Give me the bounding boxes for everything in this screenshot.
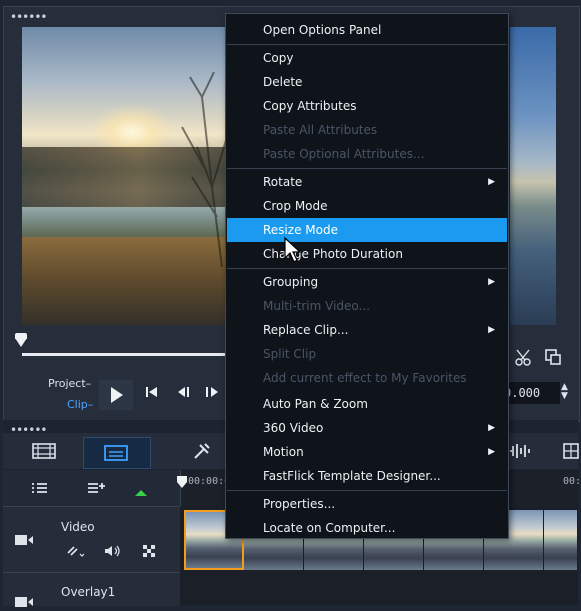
menu-item-auto-pan-zoom[interactable]: Auto Pan & Zoom [227, 392, 507, 416]
track-list-icon [32, 483, 47, 493]
subtitle-button[interactable] [563, 442, 579, 464]
timeline-view-button[interactable] [32, 442, 56, 464]
storyboard-icon [104, 445, 128, 461]
menu-item-rotate[interactable]: Rotate ▶ [227, 170, 507, 194]
submenu-arrow-icon: ▶ [488, 423, 495, 433]
menu-item-replace-clip[interactable]: Replace Clip... ▶ [227, 318, 507, 342]
menu-separator [227, 268, 507, 269]
menu-separator [227, 490, 507, 491]
timecode-value: 0.000 [504, 386, 541, 400]
submenu-arrow-icon: ▶ [488, 447, 495, 457]
tree-branches-graphic [181, 71, 228, 267]
preview-photo [22, 27, 236, 325]
step-back-icon [178, 387, 189, 397]
menu-item-motion[interactable]: Motion ▶ [227, 440, 507, 464]
spinner-down-icon[interactable]: ▼ [561, 392, 568, 401]
add-marker-button[interactable] [133, 484, 149, 503]
preview-photo-right [510, 27, 556, 325]
audio-mixer-button[interactable] [508, 442, 532, 464]
menu-item-copy[interactable]: Copy [227, 46, 507, 70]
playhead-icon [177, 476, 187, 488]
overlay-track-icon [14, 592, 34, 611]
tools-button[interactable] [192, 441, 212, 465]
preview-grip[interactable]: •••••• [10, 11, 47, 23]
audio-wave-icon [510, 444, 530, 458]
tools-icon [194, 443, 210, 459]
next-frame-button[interactable] [204, 384, 224, 404]
overlay-track-name: Overlay1 [61, 585, 116, 599]
previous-frame-button[interactable] [176, 384, 196, 404]
submenu-arrow-icon: ▶ [488, 177, 495, 187]
skip-start-icon [146, 387, 157, 397]
menu-item-copy-attributes[interactable]: Copy Attributes [227, 94, 507, 118]
menu-item-delete[interactable]: Delete [227, 70, 507, 94]
speaker-icon [105, 545, 120, 557]
menu-item-label: Rotate [263, 175, 303, 189]
menu-item-fastflick-template-designer[interactable]: FastFlick Template Designer... [227, 464, 507, 488]
scissors-icon [515, 349, 531, 366]
grid-icon [563, 443, 579, 459]
add-track-button[interactable] [86, 480, 106, 500]
ruler-end-time: 00:0 [563, 476, 581, 487]
mouse-cursor-icon [284, 236, 302, 263]
menu-item-label: Replace Clip... [263, 323, 349, 337]
play-icon [111, 387, 123, 403]
clip-thumbnail[interactable] [544, 510, 578, 570]
project-mode-label[interactable]: Project– [48, 377, 91, 390]
menu-item-change-photo-duration[interactable]: Change Photo Duration [227, 242, 507, 266]
play-button[interactable] [99, 380, 133, 410]
split-button[interactable] [515, 348, 533, 370]
snapshot-icon [545, 349, 561, 365]
menu-item-properties[interactable]: Properties... [227, 492, 507, 516]
menu-item-paste-optional-attributes: Paste Optional Attributes... [263, 147, 425, 161]
menu-item-add-effect-to-favorites: Add current effect to My Favorites [263, 371, 467, 385]
link-button[interactable] [65, 542, 87, 562]
checker-icon [143, 545, 155, 557]
menu-item-locate-on-computer[interactable]: Locate on Computer... [227, 516, 507, 540]
snapshot-button[interactable] [544, 348, 562, 370]
menu-separator [227, 44, 507, 45]
context-menu: Open Options Panel Copy Delete Copy Attr… [225, 13, 509, 539]
add-list-icon [88, 483, 105, 493]
link-icon [67, 546, 85, 557]
timecode-spinner[interactable]: ▲ ▼ [561, 383, 568, 401]
menu-item-label: 360 Video [263, 421, 324, 435]
menu-item-open-options-panel[interactable]: Open Options Panel [227, 18, 507, 42]
track-visibility-button[interactable] [142, 543, 156, 562]
scrubber-bar[interactable] [22, 353, 226, 356]
menu-item-split-clip: Split Clip [263, 347, 317, 361]
go-to-start-button[interactable] [145, 384, 159, 404]
track-audio-button[interactable] [104, 543, 122, 562]
marker-triangle-icon [135, 490, 147, 496]
timecode-display[interactable]: 0.000 [500, 382, 560, 404]
clip-mode-label[interactable]: Clip– [67, 398, 93, 411]
step-forward-icon [206, 387, 218, 397]
menu-separator [227, 168, 507, 169]
menu-item-crop-mode[interactable]: Crop Mode [227, 194, 507, 218]
playhead-marker[interactable] [176, 474, 188, 493]
menu-item-label: Motion [263, 445, 304, 459]
submenu-arrow-icon: ▶ [488, 277, 495, 287]
menu-item-paste-all-attributes: Paste All Attributes [263, 123, 378, 137]
menu-item-multi-trim-video: Multi-trim Video... [263, 299, 370, 313]
menu-item-resize-mode[interactable]: Resize Mode [227, 218, 507, 242]
track-manager-button[interactable] [30, 480, 50, 500]
submenu-arrow-icon: ▶ [488, 325, 495, 335]
menu-item-grouping[interactable]: Grouping ▶ [227, 270, 507, 294]
video-track-icon [14, 532, 34, 551]
overlay-track-lane[interactable] [180, 572, 578, 605]
menu-item-label: Grouping [263, 275, 319, 289]
menu-item-360-video[interactable]: 360 Video ▶ [227, 416, 507, 440]
video-track-name: Video [61, 520, 95, 534]
filmstrip-icon [32, 443, 56, 459]
storyboard-view-button[interactable] [83, 437, 151, 469]
